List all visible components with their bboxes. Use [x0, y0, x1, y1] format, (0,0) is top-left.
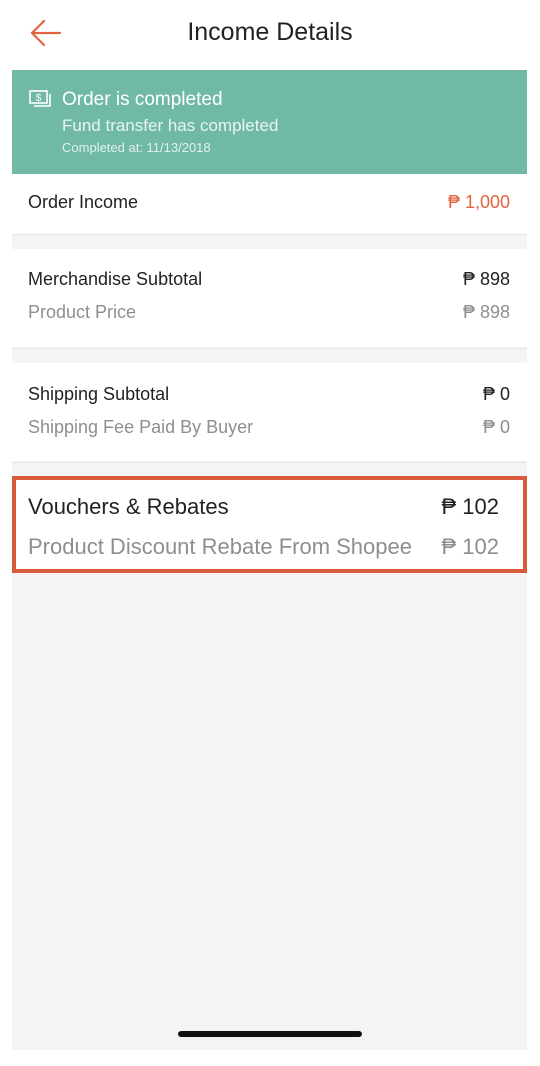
money-icon: $ — [29, 90, 51, 107]
status-banner: $ Order is completed Fund transfer has c… — [12, 70, 527, 174]
merchandise-subtotal-label: Merchandise Subtotal — [28, 269, 203, 289]
shipping-subtotal-label: Shipping Subtotal — [28, 384, 170, 404]
vouchers-rebates-row: Vouchers & Rebates ₱ 102 — [28, 494, 499, 520]
shipping-card: Shipping Subtotal ₱ 0 Shipping Fee Paid … — [12, 363, 527, 461]
order-income-row: Order Income ₱ 1,000 — [28, 192, 510, 213]
order-income-label: Order Income — [28, 192, 139, 212]
svg-text:$: $ — [36, 93, 42, 104]
product-discount-rebate-amount: ₱ 102 — [441, 534, 500, 559]
shipping-subtotal-amount: ₱ 0 — [482, 384, 510, 404]
shipping-fee-amount: ₱ 0 — [482, 417, 510, 437]
product-price-label: Product Price — [28, 302, 137, 322]
divider — [12, 234, 527, 235]
shipping-fee-row: Shipping Fee Paid By Buyer ₱ 0 — [28, 417, 510, 438]
product-price-row: Product Price ₱ 898 — [28, 302, 510, 323]
shipping-subtotal-row: Shipping Subtotal ₱ 0 — [28, 384, 510, 405]
shipping-fee-label: Shipping Fee Paid By Buyer — [28, 417, 254, 437]
order-income-amount: ₱ 1,000 — [447, 192, 510, 212]
product-discount-rebate-label: Product Discount Rebate From Shopee — [28, 534, 412, 559]
top-bar: Income Details — [0, 0, 540, 70]
merchandise-subtotal-amount: ₱ 898 — [462, 269, 510, 289]
status-subtitle: Fund transfer has completed — [62, 116, 279, 135]
divider — [12, 348, 527, 349]
merchandise-subtotal-row: Merchandise Subtotal ₱ 898 — [28, 269, 510, 290]
content-area: $ Order is completed Fund transfer has c… — [12, 70, 527, 1050]
status-title: Order is completed — [62, 89, 223, 110]
order-income-card: Order Income ₱ 1,000 — [12, 174, 527, 234]
product-price-amount: ₱ 898 — [462, 302, 510, 322]
merchandise-card: Merchandise Subtotal ₱ 898 Product Price… — [12, 249, 527, 347]
page-title: Income Details — [187, 18, 353, 46]
completed-at: Completed at: 11/13/2018 — [62, 140, 211, 155]
vouchers-rebates-card: Vouchers & Rebates ₱ 102 Product Discoun… — [12, 476, 527, 573]
divider — [12, 462, 527, 463]
product-discount-rebate-row: Product Discount Rebate From Shopee ₱ 10… — [28, 534, 499, 560]
vouchers-rebates-label: Vouchers & Rebates — [28, 494, 229, 519]
home-indicator[interactable] — [178, 1031, 362, 1037]
vouchers-rebates-amount: ₱ 102 — [441, 494, 500, 519]
